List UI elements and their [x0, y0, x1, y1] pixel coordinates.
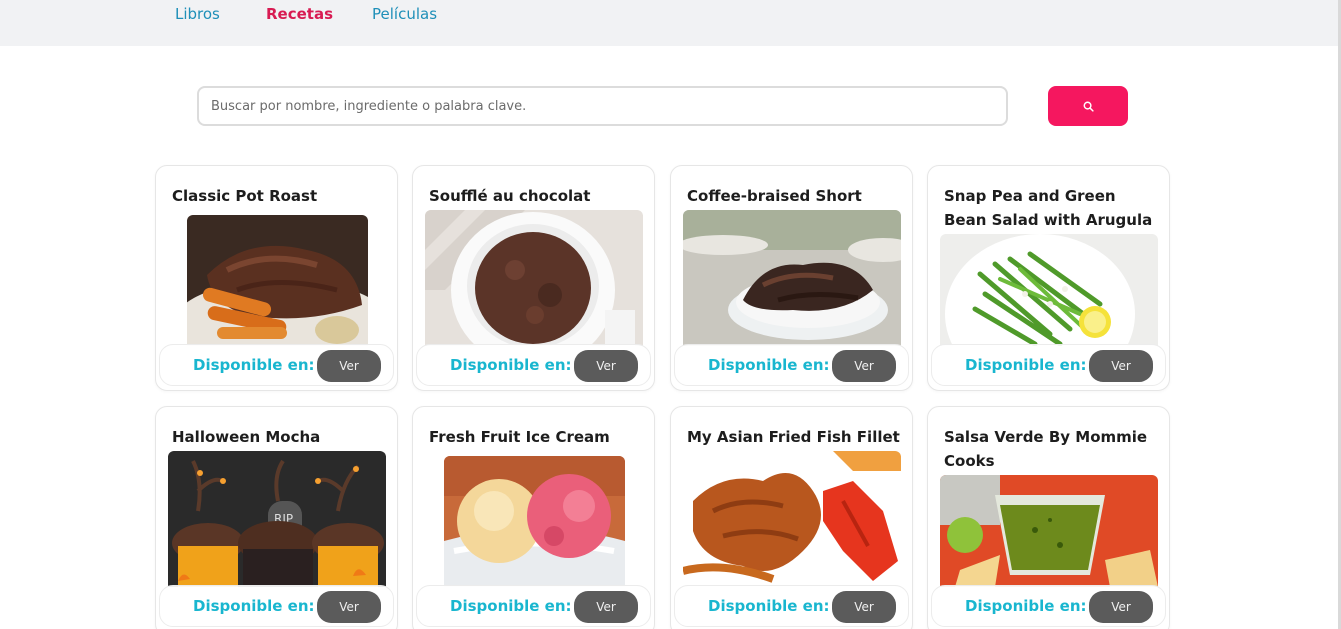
- search-button[interactable]: [1048, 86, 1128, 126]
- chocolate-souffle-photo: [425, 210, 643, 346]
- recipe-title: Fresh Fruit Ice Cream: [429, 428, 610, 446]
- search-input[interactable]: [197, 86, 1008, 126]
- available-label: Disponible en:: [193, 597, 315, 615]
- recipe-card: Classic Pot Roast Disponible en: Ver: [155, 165, 398, 391]
- top-nav: Libros Recetas Películas: [0, 0, 1341, 46]
- recipe-title: Salsa Verde By Mommie Cooks: [944, 428, 1148, 470]
- recipe-card: Halloween Mocha Cupcakes RIP Disponible …: [155, 406, 398, 629]
- available-label: Disponible en:: [450, 356, 572, 374]
- available-label: Disponible en:: [965, 356, 1087, 374]
- ver-button[interactable]: Ver: [317, 591, 381, 623]
- card-footer: Disponible en: Ver: [931, 344, 1166, 386]
- ice-cream-photo: [444, 456, 625, 587]
- recipe-title: Classic Pot Roast: [172, 187, 318, 205]
- recipe-title: Soufflé au chocolat: [429, 187, 591, 205]
- ver-button[interactable]: Ver: [317, 350, 381, 382]
- recipe-card: Coffee-braised Short Ribs Disponible en:…: [670, 165, 913, 391]
- ver-button[interactable]: Ver: [574, 591, 638, 623]
- ver-button[interactable]: Ver: [832, 350, 896, 382]
- recipe-title: My Asian Fried Fish Fillet: [687, 428, 900, 446]
- recipe-card: Snap Pea and Green Bean Salad with Arugu…: [927, 165, 1170, 391]
- card-footer: Disponible en: Ver: [416, 344, 651, 386]
- ver-button[interactable]: Ver: [832, 591, 896, 623]
- card-footer: Disponible en: Ver: [416, 585, 651, 627]
- nav-link-recetas[interactable]: Recetas: [266, 5, 333, 23]
- available-label: Disponible en:: [450, 597, 572, 615]
- halloween-cupcakes-photo: RIP: [168, 451, 386, 587]
- short-ribs-photo: [683, 210, 901, 346]
- ver-button[interactable]: Ver: [1089, 591, 1153, 623]
- available-label: Disponible en:: [708, 597, 830, 615]
- search-icon: [1083, 101, 1094, 112]
- nav-link-peliculas[interactable]: Películas: [372, 5, 437, 23]
- search-bar: [197, 86, 1008, 126]
- fried-fish-photo: [683, 451, 901, 587]
- recipe-card: Soufflé au chocolat Disponible en: Ver: [412, 165, 655, 391]
- pot-roast-photo: [187, 215, 368, 346]
- recipe-card: My Asian Fried Fish Fillet Disponible en…: [670, 406, 913, 629]
- available-label: Disponible en:: [965, 597, 1087, 615]
- nav-link-libros[interactable]: Libros: [175, 5, 220, 23]
- card-footer: Disponible en: Ver: [159, 344, 394, 386]
- ver-button[interactable]: Ver: [574, 350, 638, 382]
- green-bean-salad-photo: [940, 234, 1158, 346]
- available-label: Disponible en:: [193, 356, 315, 374]
- available-label: Disponible en:: [708, 356, 830, 374]
- card-footer: Disponible en: Ver: [674, 344, 909, 386]
- card-footer: Disponible en: Ver: [674, 585, 909, 627]
- salsa-verde-photo: [940, 475, 1158, 587]
- recipe-card: Salsa Verde By Mommie Cooks Disponible e…: [927, 406, 1170, 629]
- recipe-card: Fresh Fruit Ice Cream Disponible en: Ver: [412, 406, 655, 629]
- ver-button[interactable]: Ver: [1089, 350, 1153, 382]
- card-footer: Disponible en: Ver: [931, 585, 1166, 627]
- card-footer: Disponible en: Ver: [159, 585, 394, 627]
